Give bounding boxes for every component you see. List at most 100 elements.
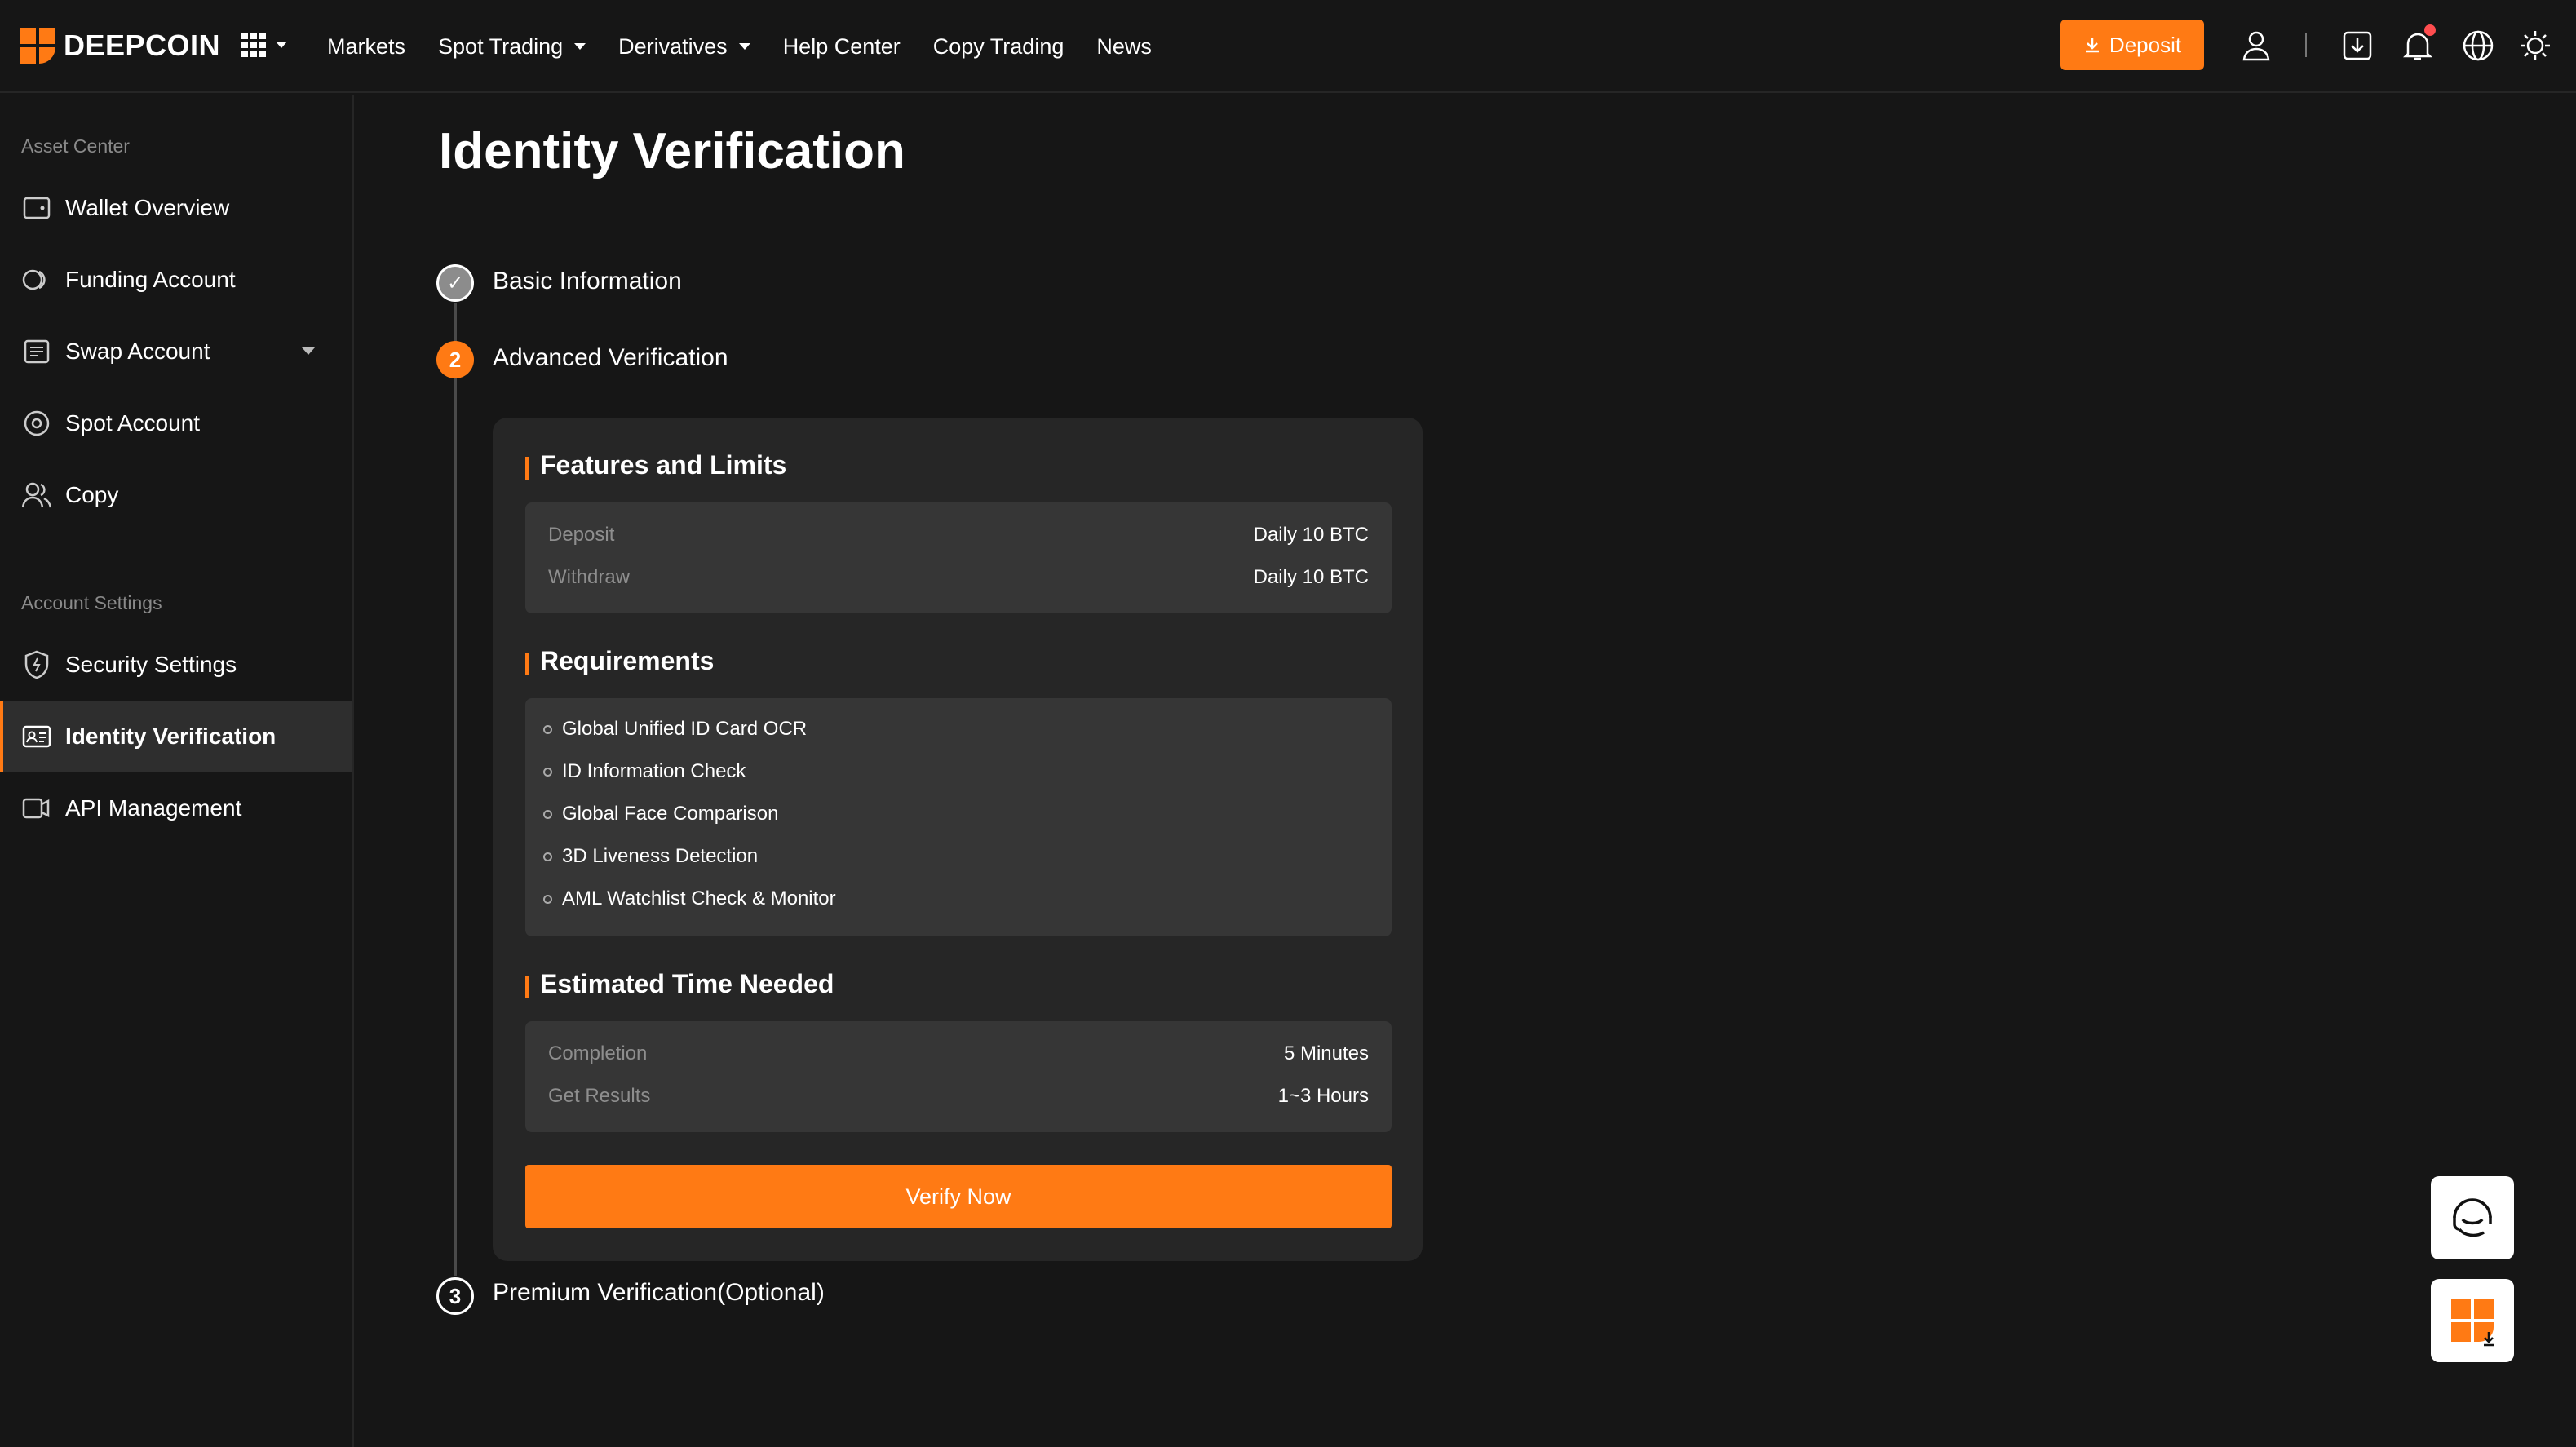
step-1-done-indicator: ✓	[436, 264, 474, 302]
sidebar-item-label: API Management	[65, 795, 242, 821]
nav-help-center-label: Help Center	[782, 33, 901, 59]
deepcoin-logo-icon	[20, 28, 55, 64]
sidebar-item-copy[interactable]: Copy	[0, 460, 352, 530]
nav-spot-trading[interactable]: Spot Trading	[438, 34, 586, 60]
bullet-icon	[543, 724, 552, 734]
limit-key: Withdraw	[548, 566, 631, 588]
step-2-active-indicator: 2	[436, 341, 474, 378]
sidebar-item-label: Identity Verification	[65, 724, 277, 749]
limit-row-withdraw: Withdraw Daily 10 BTC	[548, 566, 1369, 589]
bullet-icon	[543, 809, 552, 819]
spot-icon	[21, 408, 52, 439]
requirement-item: Global Unified ID Card OCR	[543, 718, 807, 741]
shield-icon	[21, 649, 52, 680]
requirement-text: ID Information Check	[562, 760, 746, 782]
time-row-get-results: Get Results 1~3 Hours	[548, 1085, 1369, 1108]
nav-markets-label: Markets	[327, 33, 406, 59]
sidebar-item-label: Security Settings	[65, 652, 237, 677]
time-value: 1~3 Hours	[1277, 1085, 1369, 1107]
sidebar-item-label: Wallet Overview	[65, 195, 230, 220]
time-key: Get Results	[548, 1085, 651, 1107]
sidebar-item-swap-account[interactable]: Swap Account	[0, 316, 352, 387]
download-icon	[2085, 38, 2099, 53]
top-navbar: DEEPCOIN Markets Spot Trading Derivative…	[0, 0, 2576, 93]
requirement-text: AML Watchlist Check & Monitor	[562, 887, 836, 909]
sidebar-item-label: Copy	[65, 482, 119, 507]
user-icon[interactable]	[2237, 26, 2276, 65]
chevron-down-icon	[276, 42, 287, 48]
nav-news[interactable]: News	[1096, 34, 1152, 60]
nav-derivatives[interactable]: Derivatives	[618, 34, 750, 60]
time-key: Completion	[548, 1042, 648, 1064]
requirement-item: AML Watchlist Check & Monitor	[543, 887, 836, 910]
sidebar-item-identity-verification[interactable]: Identity Verification	[0, 701, 352, 772]
limit-row-deposit: Deposit Daily 10 BTC	[548, 524, 1369, 546]
bell-icon[interactable]	[2398, 24, 2437, 65]
requirement-text: 3D Liveness Detection	[562, 845, 759, 867]
time-row-completion: Completion 5 Minutes	[548, 1042, 1369, 1065]
download-app-float-button[interactable]	[2431, 1279, 2514, 1362]
features-limits-box: Deposit Daily 10 BTC Withdraw Daily 10 B…	[525, 502, 1392, 613]
sidebar-item-funding-account[interactable]: Funding Account	[0, 245, 352, 315]
requirements-box: Global Unified ID Card OCR ID Informatio…	[525, 698, 1392, 936]
sidebar-item-wallet-overview[interactable]: Wallet Overview	[0, 173, 352, 243]
stepper-line	[454, 303, 457, 1276]
theme-sun-icon[interactable]	[2516, 26, 2555, 65]
api-icon	[21, 793, 52, 824]
globe-icon[interactable]	[2459, 26, 2498, 65]
verify-now-button[interactable]: Verify Now	[525, 1165, 1392, 1228]
time-value: 5 Minutes	[1283, 1042, 1369, 1064]
sidebar-item-label: Swap Account	[65, 339, 210, 364]
sidebar-item-api-management[interactable]: API Management	[0, 773, 352, 843]
nav-spot-trading-label: Spot Trading	[438, 33, 564, 59]
requirement-text: Global Face Comparison	[562, 803, 779, 825]
deposit-button[interactable]: Deposit	[2060, 20, 2204, 70]
sidebar-item-spot-account[interactable]: Spot Account	[0, 388, 352, 458]
chevron-down-icon	[738, 43, 750, 50]
grid-icon	[241, 33, 266, 57]
bullet-icon	[543, 767, 552, 777]
sidebar: Asset Center Wallet Overview Funding Acc…	[0, 95, 354, 1447]
nav-news-label: News	[1096, 33, 1152, 59]
deposit-button-label: Deposit	[2109, 32, 2182, 57]
requirement-item: 3D Liveness Detection	[543, 845, 758, 868]
copy-users-icon	[21, 480, 52, 511]
step-3-label: Premium Verification(Optional)	[493, 1279, 825, 1306]
nav-derivatives-label: Derivatives	[618, 33, 728, 59]
check-icon: ✓	[446, 272, 464, 294]
advanced-verification-card: Features and Limits Deposit Daily 10 BTC…	[493, 418, 1423, 1261]
notification-dot	[2424, 24, 2436, 36]
nav-markets[interactable]: Markets	[327, 34, 405, 60]
id-card-icon	[21, 721, 52, 752]
chevron-down-icon[interactable]	[302, 347, 315, 355]
chevron-down-icon	[574, 43, 586, 50]
account-settings-heading: Account Settings	[21, 592, 162, 613]
nav-copy-trading-label: Copy Trading	[932, 33, 1064, 59]
limit-value: Daily 10 BTC	[1253, 566, 1369, 588]
brand-name: DEEPCOIN	[64, 29, 221, 62]
wallet-icon	[21, 192, 52, 223]
bullet-icon	[543, 852, 552, 861]
nav-copy-trading[interactable]: Copy Trading	[933, 34, 1064, 60]
divider	[2305, 33, 2307, 57]
funding-icon	[21, 264, 52, 295]
requirement-item: Global Face Comparison	[543, 803, 778, 825]
requirement-text: Global Unified ID Card OCR	[562, 718, 808, 740]
nav-help-center[interactable]: Help Center	[783, 34, 901, 60]
step-2-label: Advanced Verification	[493, 344, 728, 371]
asset-center-heading: Asset Center	[21, 135, 130, 157]
brand-logo[interactable]: DEEPCOIN	[20, 28, 220, 64]
step-3-pending-indicator: 3	[436, 1277, 474, 1315]
requirement-item: ID Information Check	[543, 760, 746, 783]
apps-menu-button[interactable]	[241, 33, 287, 57]
features-limits-title: Features and Limits	[525, 450, 786, 480]
swap-icon	[21, 336, 52, 367]
customer-support-button[interactable]	[2431, 1176, 2514, 1259]
sidebar-item-security-settings[interactable]: Security Settings	[0, 630, 352, 700]
estimated-time-title: Estimated Time Needed	[525, 969, 834, 999]
bullet-icon	[543, 894, 552, 904]
page-title: Identity Verification	[439, 123, 905, 179]
download-app-icon[interactable]	[2338, 26, 2377, 65]
main-nav: Markets Spot Trading Derivatives Help Ce…	[327, 0, 1184, 93]
limit-value: Daily 10 BTC	[1253, 524, 1369, 546]
